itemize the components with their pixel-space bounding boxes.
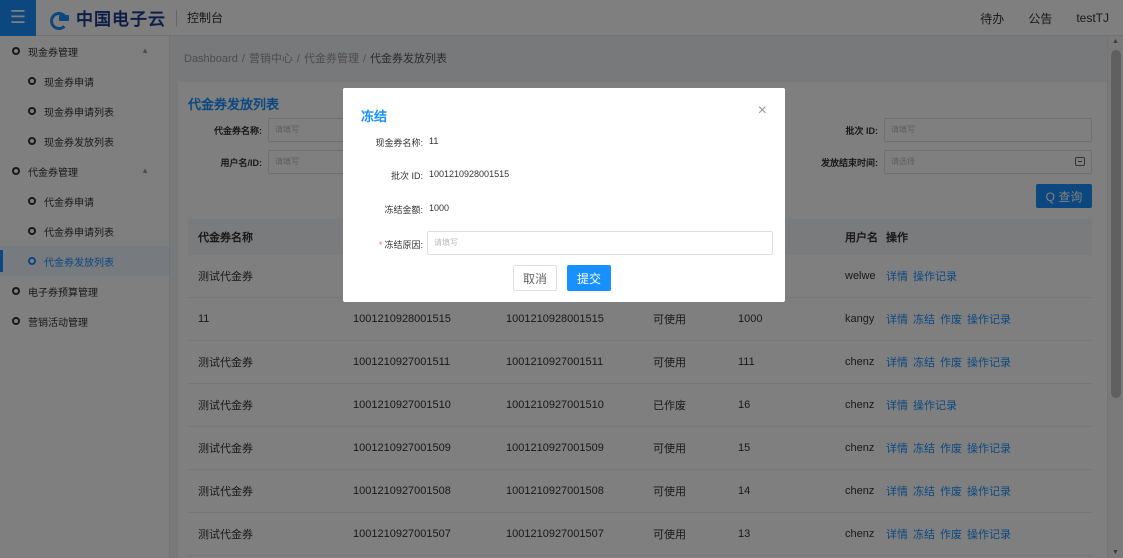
dialog-title: 冻结 (361, 109, 388, 124)
cash-name-value: 11 (429, 136, 439, 146)
freeze-reason-label: * 冻结原因: (357, 238, 423, 251)
batch-id-value: 1001210928001515 (429, 169, 510, 179)
freeze-amount-value: 1000 (429, 203, 450, 213)
cash-name-label: 现金券名称: (375, 138, 423, 148)
freeze-amount-label: 冻结金额: (384, 205, 423, 215)
submit-button[interactable]: 提交 (567, 265, 611, 291)
cancel-button[interactable]: 取消 (513, 265, 557, 291)
freeze-dialog: 冻结 × 现金券名称: 11 批次 ID: 1001210928001515 冻… (343, 88, 785, 302)
freeze-reason-label-text: 冻结原因: (384, 240, 423, 250)
required-mark: * (378, 240, 383, 250)
batch-id-label: 批次 ID: (390, 171, 423, 181)
close-icon[interactable]: × (758, 102, 767, 120)
freeze-reason-input[interactable]: 请填写 (427, 231, 773, 255)
